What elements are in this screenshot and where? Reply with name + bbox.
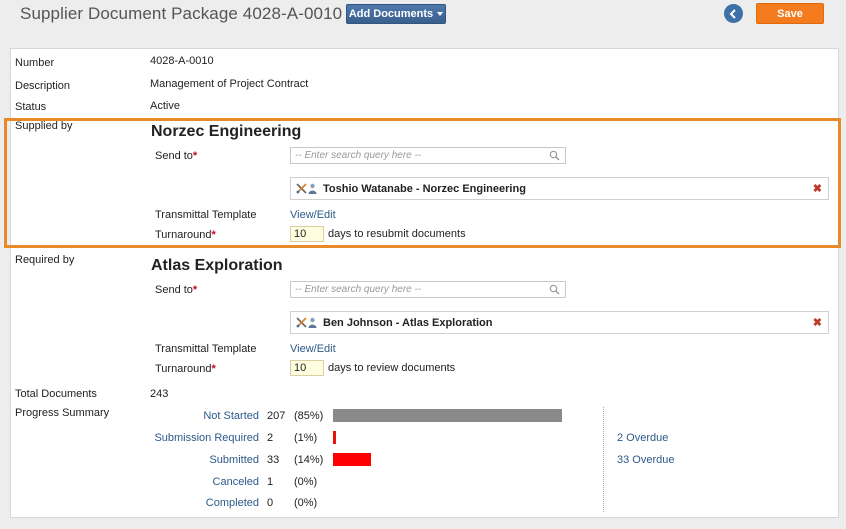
progress-pct: (14%) <box>294 454 324 466</box>
search-placeholder: -- Enter search query here -- <box>295 150 422 161</box>
remove-icon[interactable]: ✖ <box>813 316 822 329</box>
required-transmittal-link[interactable]: View/Edit <box>290 343 336 355</box>
supplier-org-name: Norzec Engineering <box>151 123 302 140</box>
required-marker: * <box>192 284 198 296</box>
status-label: Status <box>15 101 47 113</box>
chevron-left-icon <box>729 8 736 19</box>
send-to-text: Send to <box>155 150 193 162</box>
required-marker: * <box>211 229 216 241</box>
progress-summary-label: Progress Summary <box>15 407 110 419</box>
caret-down-icon <box>437 12 444 16</box>
add-documents-label: Add Documents <box>348 8 434 20</box>
required-org-name: Atlas Exploration <box>151 257 283 274</box>
save-button[interactable]: Save <box>756 3 824 24</box>
required-turnaround-input[interactable]: 10 <box>290 360 324 376</box>
progress-pct: (85%) <box>294 410 324 422</box>
overdue-link[interactable]: 33 Overdue <box>617 454 674 466</box>
add-documents-button[interactable]: Add Documents <box>346 4 446 24</box>
progress-count: 33 <box>267 454 280 466</box>
supplier-turnaround-days-text: days to resubmit documents <box>328 228 466 240</box>
required-marker: * <box>192 150 198 162</box>
progress-count: 207 <box>267 410 286 422</box>
supplied-by-label: Supplied by <box>15 120 73 132</box>
supplier-transmittal-label: Transmittal Template <box>155 209 257 221</box>
supplier-search-input[interactable]: -- Enter search query here -- <box>290 147 566 164</box>
number-label: Number <box>15 57 55 69</box>
supplier-turnaround-label: Turnaround* <box>155 229 216 241</box>
total-documents-label: Total Documents <box>15 388 97 400</box>
progress-label-submission-required[interactable]: Submission Required <box>154 432 259 444</box>
page-header: Supplier Document Package 4028-A-0010 Ad… <box>0 0 846 36</box>
progress-bar-not-started <box>333 409 562 422</box>
progress-bar-submission-required <box>333 431 336 444</box>
contact-name: Toshio Watanabe - Norzec Engineering <box>323 182 526 195</box>
overdue-link[interactable]: 2 Overdue <box>617 432 668 444</box>
status-value: Active <box>150 100 180 112</box>
tools-icon <box>296 183 307 194</box>
progress-label-completed[interactable]: Completed <box>206 497 259 509</box>
turnaround-text: Turnaround <box>155 229 212 241</box>
progress-count: 2 <box>267 432 274 444</box>
total-documents-value: 243 <box>150 388 169 400</box>
person-icon <box>308 317 317 328</box>
progress-pct: (0%) <box>294 497 318 509</box>
search-icon[interactable] <box>549 284 560 295</box>
progress-pct: (1%) <box>294 432 318 444</box>
required-contact-chip: Ben Johnson - Atlas Exploration ✖ <box>290 311 829 334</box>
search-icon[interactable] <box>549 150 560 161</box>
supplier-turnaround-input[interactable]: 10 <box>290 226 324 242</box>
required-transmittal-label: Transmittal Template <box>155 343 257 355</box>
progress-count: 1 <box>267 476 274 488</box>
required-send-to-label: Send to* <box>155 284 197 296</box>
progress-bar-submitted <box>333 453 371 466</box>
number-value: 4028-A-0010 <box>150 55 214 67</box>
progress-count: 0 <box>267 497 274 509</box>
required-marker: * <box>211 363 216 375</box>
progress-label-submitted[interactable]: Submitted <box>209 454 259 466</box>
supplier-transmittal-link[interactable]: View/Edit <box>290 209 336 221</box>
required-turnaround-days-text: days to review documents <box>328 362 456 374</box>
back-button[interactable] <box>724 4 743 23</box>
description-label: Description <box>15 80 71 92</box>
progress-pct: (0%) <box>294 476 318 488</box>
progress-label-not-started[interactable]: Not Started <box>203 410 259 422</box>
description-value: Management of Project Contract <box>150 78 309 90</box>
person-icon <box>308 183 317 194</box>
page-title: Supplier Document Package 4028-A-0010 <box>20 4 343 23</box>
progress-label-canceled[interactable]: Canceled <box>213 476 259 488</box>
search-placeholder: -- Enter search query here -- <box>295 284 422 295</box>
supplier-send-to-label: Send to* <box>155 150 197 162</box>
supplier-contact-chip: Toshio Watanabe - Norzec Engineering ✖ <box>290 177 829 200</box>
turnaround-text: Turnaround <box>155 363 212 375</box>
contact-name: Ben Johnson - Atlas Exploration <box>323 316 493 329</box>
required-by-label: Required by <box>15 254 75 266</box>
required-turnaround-label: Turnaround* <box>155 363 216 375</box>
remove-icon[interactable]: ✖ <box>813 182 822 195</box>
contact-icons <box>296 317 317 328</box>
progress-divider <box>603 407 604 512</box>
required-search-input[interactable]: -- Enter search query here -- <box>290 281 566 298</box>
send-to-text: Send to <box>155 284 193 296</box>
tools-icon <box>296 317 307 328</box>
contact-icons <box>296 183 317 194</box>
